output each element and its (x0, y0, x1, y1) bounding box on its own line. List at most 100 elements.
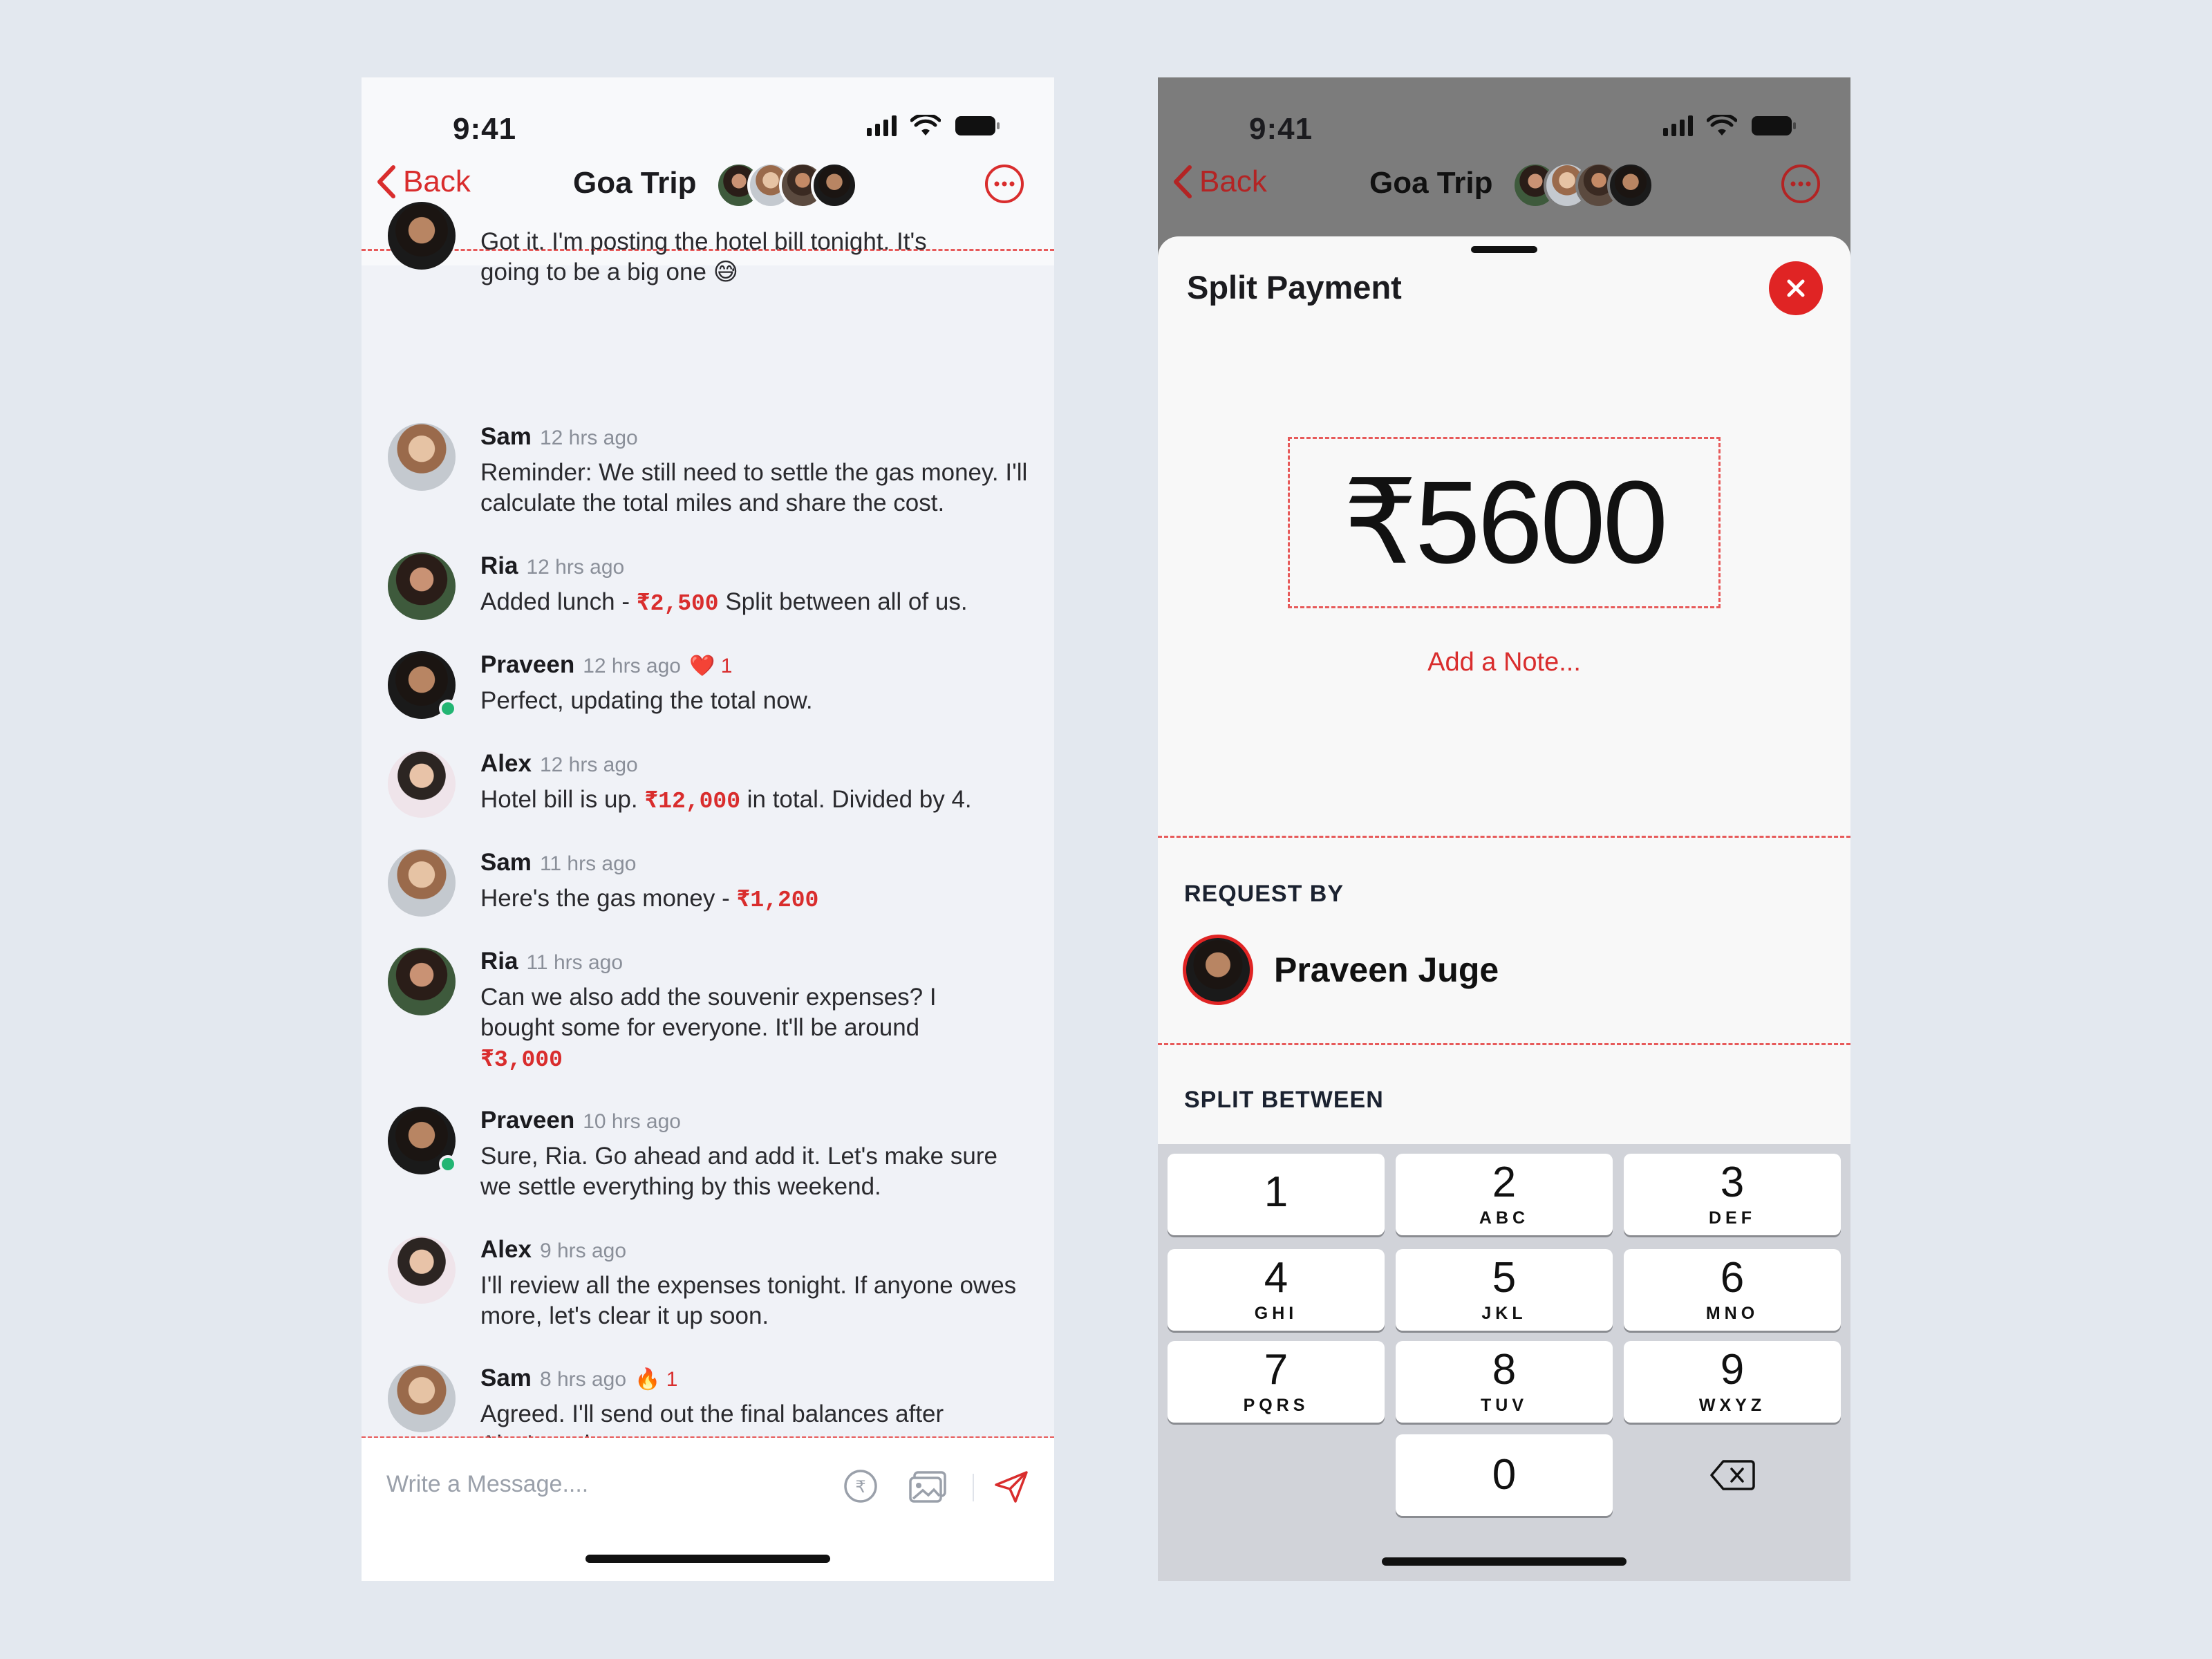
message-author: Ria (480, 552, 518, 579)
key-9[interactable]: 9 WXYZ (1624, 1341, 1841, 1423)
avatar (388, 948, 456, 1015)
gallery-button[interactable] (908, 1467, 946, 1506)
message-text: Sure, Ria. Go ahead and add it. Let's ma… (480, 1143, 997, 1200)
section-divider (1158, 836, 1850, 838)
message-time: 12 hrs ago (539, 753, 638, 776)
message-time: 11 hrs ago (539, 852, 637, 875)
key-1[interactable]: 1 (1168, 1154, 1385, 1235)
rupee-icon: ₹ (844, 1470, 877, 1503)
message-time: 12 hrs ago (583, 655, 681, 677)
message-time: 11 hrs ago (526, 951, 624, 974)
reaction-badge[interactable]: 🔥 1 (635, 1367, 677, 1391)
back-button[interactable]: Back (1172, 165, 1267, 199)
message-time: 12 hrs ago (539, 427, 638, 449)
key-2[interactable]: 2 ABC (1396, 1154, 1613, 1235)
message-author: Sam (480, 1365, 532, 1391)
back-label: Back (1199, 165, 1267, 198)
close-button[interactable] (1769, 261, 1823, 315)
add-note-link[interactable]: Add a Note... (1158, 648, 1850, 677)
chat-screen: 9:41 Back Goa Trip Got it. I'm posting t… (362, 77, 1054, 1581)
composer-separator (973, 1474, 974, 1501)
request-by-label: REQUEST BY (1184, 881, 1344, 907)
backspace-key[interactable] (1624, 1434, 1841, 1516)
avatar (388, 1365, 456, 1432)
message-time: 9 hrs ago (539, 1239, 627, 1262)
online-status-dot (439, 1155, 457, 1173)
message-text: Hotel bill is up. ₹12,000 in total. Divi… (480, 786, 972, 814)
message-text: Can we also add the souvenir expenses? I… (480, 984, 937, 1073)
home-indicator (585, 1555, 830, 1563)
key-5[interactable]: 5 JKL (1396, 1249, 1613, 1331)
requester: Praveen Juge (1183, 935, 1499, 1005)
close-icon (1787, 279, 1805, 297)
avatar (388, 423, 456, 491)
requester-name: Praveen Juge (1274, 950, 1499, 989)
key-6[interactable]: 6 MNO (1624, 1249, 1841, 1331)
group-avatars[interactable] (715, 162, 858, 209)
message-text: Reminder: We still need to settle the ga… (480, 459, 1028, 516)
message-text: Added lunch - ₹2,500 Split between all o… (480, 588, 968, 617)
avatar (388, 552, 456, 620)
message-time: 12 hrs ago (526, 556, 625, 579)
amount-value: ₹5600 (1342, 457, 1668, 588)
status-time: 9:41 (453, 112, 517, 146)
message-text: Perfect, updating the total now. (480, 687, 813, 714)
battery-icon (1751, 115, 1797, 137)
sheet-title: Split Payment (1187, 269, 1402, 306)
key-4[interactable]: 4 GHI (1168, 1249, 1385, 1331)
rupee-button[interactable]: ₹ (841, 1467, 880, 1506)
key-7[interactable]: 7 PQRS (1168, 1341, 1385, 1423)
more-options-button (1780, 163, 1821, 205)
amount-display[interactable]: ₹5600 (1288, 437, 1721, 608)
wifi-icon (1707, 115, 1737, 137)
key-0[interactable]: 0 (1396, 1434, 1613, 1516)
message-time: 10 hrs ago (583, 1110, 681, 1133)
message-author: Praveen (480, 1107, 575, 1134)
message-text: Got it. I'm posting the hotel bill tonig… (480, 228, 927, 285)
key-8[interactable]: 8 TUV (1396, 1341, 1613, 1423)
signal-icon (867, 115, 897, 136)
split-payment-sheet: Split Payment ₹5600 Add a Note... REQUES… (1158, 236, 1850, 1581)
more-horizontal-icon (1781, 165, 1820, 203)
message-time: 8 hrs ago (539, 1368, 627, 1391)
split-between-label: SPLIT BETWEEN (1184, 1087, 1384, 1113)
amount-link[interactable]: ₹3,000 (480, 1047, 563, 1073)
split-payment-screen: 9:41 Back Goa Trip Split Payment ₹5600 A… (1158, 77, 1850, 1581)
send-button[interactable] (992, 1467, 1031, 1506)
amount-link[interactable]: ₹1,200 (736, 888, 818, 913)
avatar (388, 849, 456, 917)
reaction-badge[interactable]: ❤️ 1 (689, 654, 732, 678)
home-indicator (1382, 1557, 1627, 1566)
message-text: Here's the gas money - ₹1,200 (480, 885, 819, 913)
message-author: Praveen (480, 651, 575, 678)
chevron-left-icon (377, 165, 395, 198)
sheet-handle[interactable] (1471, 246, 1537, 253)
more-horizontal-icon (985, 165, 1024, 203)
back-button[interactable]: Back (375, 165, 471, 199)
numeric-keypad: 1 2 ABC 3 DEF 4 GHI 5 JKL 6 MNO 7 PQRS 8 TUV 9W… (1158, 1144, 1850, 1581)
svg-text:₹: ₹ (855, 1477, 865, 1497)
message-author: Alex (480, 1236, 532, 1263)
key-3[interactable]: 3 DEF (1624, 1154, 1841, 1235)
message-author: Sam (480, 849, 532, 876)
online-status-dot (439, 700, 457, 718)
more-options-button[interactable] (984, 163, 1025, 205)
message-composer: Write a Message.... ₹ (362, 1438, 1054, 1581)
avatar (388, 202, 456, 270)
wifi-icon (910, 115, 941, 137)
avatar (811, 162, 858, 209)
message-author: Sam (480, 423, 532, 450)
avatar (388, 1107, 457, 1174)
battery-icon (955, 115, 1000, 137)
amount-link[interactable]: ₹12,000 (644, 789, 740, 814)
avatar (388, 1236, 456, 1304)
backspace-icon (1710, 1460, 1755, 1490)
amount-link[interactable]: ₹2,500 (637, 591, 719, 617)
message-input[interactable]: Write a Message.... (386, 1471, 588, 1498)
section-divider (1158, 1043, 1850, 1045)
message-author: Ria (480, 948, 518, 975)
avatar (1607, 162, 1654, 209)
signal-icon (1663, 115, 1693, 136)
message-author: Alex (480, 750, 532, 777)
avatar (1183, 935, 1253, 1005)
